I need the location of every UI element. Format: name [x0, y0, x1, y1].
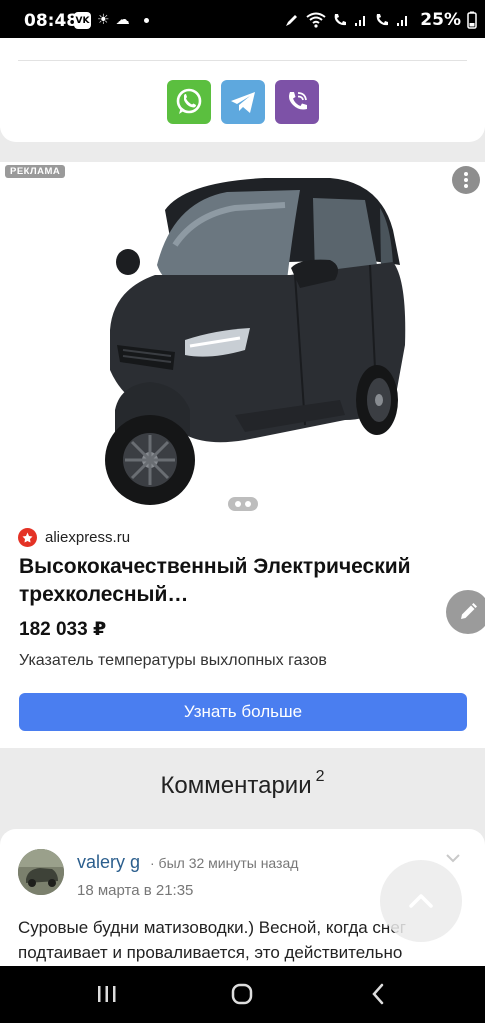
whatsapp-icon [176, 88, 202, 114]
advertiser-domain: aliexpress.ru [45, 529, 131, 546]
battery-level: 25% [420, 10, 461, 30]
ad-description: Указатель температуры выхлопных газов [19, 652, 327, 669]
divider [18, 60, 467, 61]
advertiser[interactable]: aliexpress.ru [18, 528, 130, 547]
ad-price: 182 033 ₽ [19, 619, 107, 640]
viber-icon [289, 92, 307, 110]
system-navigation-bar [0, 966, 485, 1023]
share-buttons [167, 80, 319, 124]
chevron-down-icon[interactable] [445, 853, 461, 863]
pen-icon [286, 15, 298, 26]
edit-button[interactable] [446, 590, 485, 634]
more-vertical-icon [464, 172, 468, 188]
comments-heading: Комментарии 2 [0, 768, 485, 800]
vk-icon: VK [74, 12, 91, 29]
share-telegram-button[interactable] [221, 80, 265, 124]
ad-menu-button[interactable] [452, 166, 480, 194]
call-icon [334, 14, 347, 26]
share-whatsapp-button[interactable] [167, 80, 211, 124]
more-notifications-icon [143, 18, 149, 23]
wifi-icon [306, 12, 326, 28]
recent-apps-icon [98, 986, 116, 1002]
avatar[interactable] [18, 849, 64, 895]
scroll-to-top-button[interactable] [380, 860, 462, 942]
comments-title: Комментарии [160, 772, 312, 799]
ad-badge: РЕКЛАМА [5, 165, 66, 178]
cloud-icon: ☁ [115, 12, 130, 28]
telegram-icon [231, 92, 255, 113]
learn-more-button[interactable]: Узнать больше [19, 693, 467, 731]
home-icon [231, 983, 253, 1005]
carousel-indicator[interactable] [228, 497, 258, 511]
status-bar: 08:48 VK ☀ ☁ 25% [0, 0, 485, 42]
weather-sun-icon: ☀ [97, 12, 110, 28]
home-button[interactable] [222, 980, 262, 1008]
pencil-icon [461, 603, 477, 619]
chevron-up-icon [409, 894, 433, 908]
share-card [0, 38, 485, 142]
comment-date: 18 марта в 21:35 [77, 882, 194, 899]
back-icon [372, 983, 384, 1005]
battery-icon [467, 11, 477, 29]
ad-card[interactable]: РЕКЛАМА aliexpress.ru Высококачественный… [0, 162, 485, 748]
ad-title[interactable]: Высококачественный Электрический трехкол… [19, 553, 419, 609]
product-image[interactable] [95, 170, 425, 515]
notification-icons: VK ☀ ☁ [74, 12, 149, 29]
recent-apps-button[interactable] [87, 980, 127, 1008]
signal-icon [355, 16, 366, 26]
share-viber-button[interactable] [275, 80, 319, 124]
aliexpress-logo-icon [18, 528, 37, 547]
comments-count: 2 [315, 768, 325, 785]
status-time: 08:48 [24, 11, 79, 31]
signal-icon [397, 16, 408, 26]
back-button[interactable] [358, 980, 398, 1008]
call-icon [376, 14, 389, 26]
comment-author-status: · был 32 минуты назад [150, 855, 299, 871]
system-icons: 25% [284, 10, 477, 30]
comment-author[interactable]: valery g [77, 852, 140, 873]
